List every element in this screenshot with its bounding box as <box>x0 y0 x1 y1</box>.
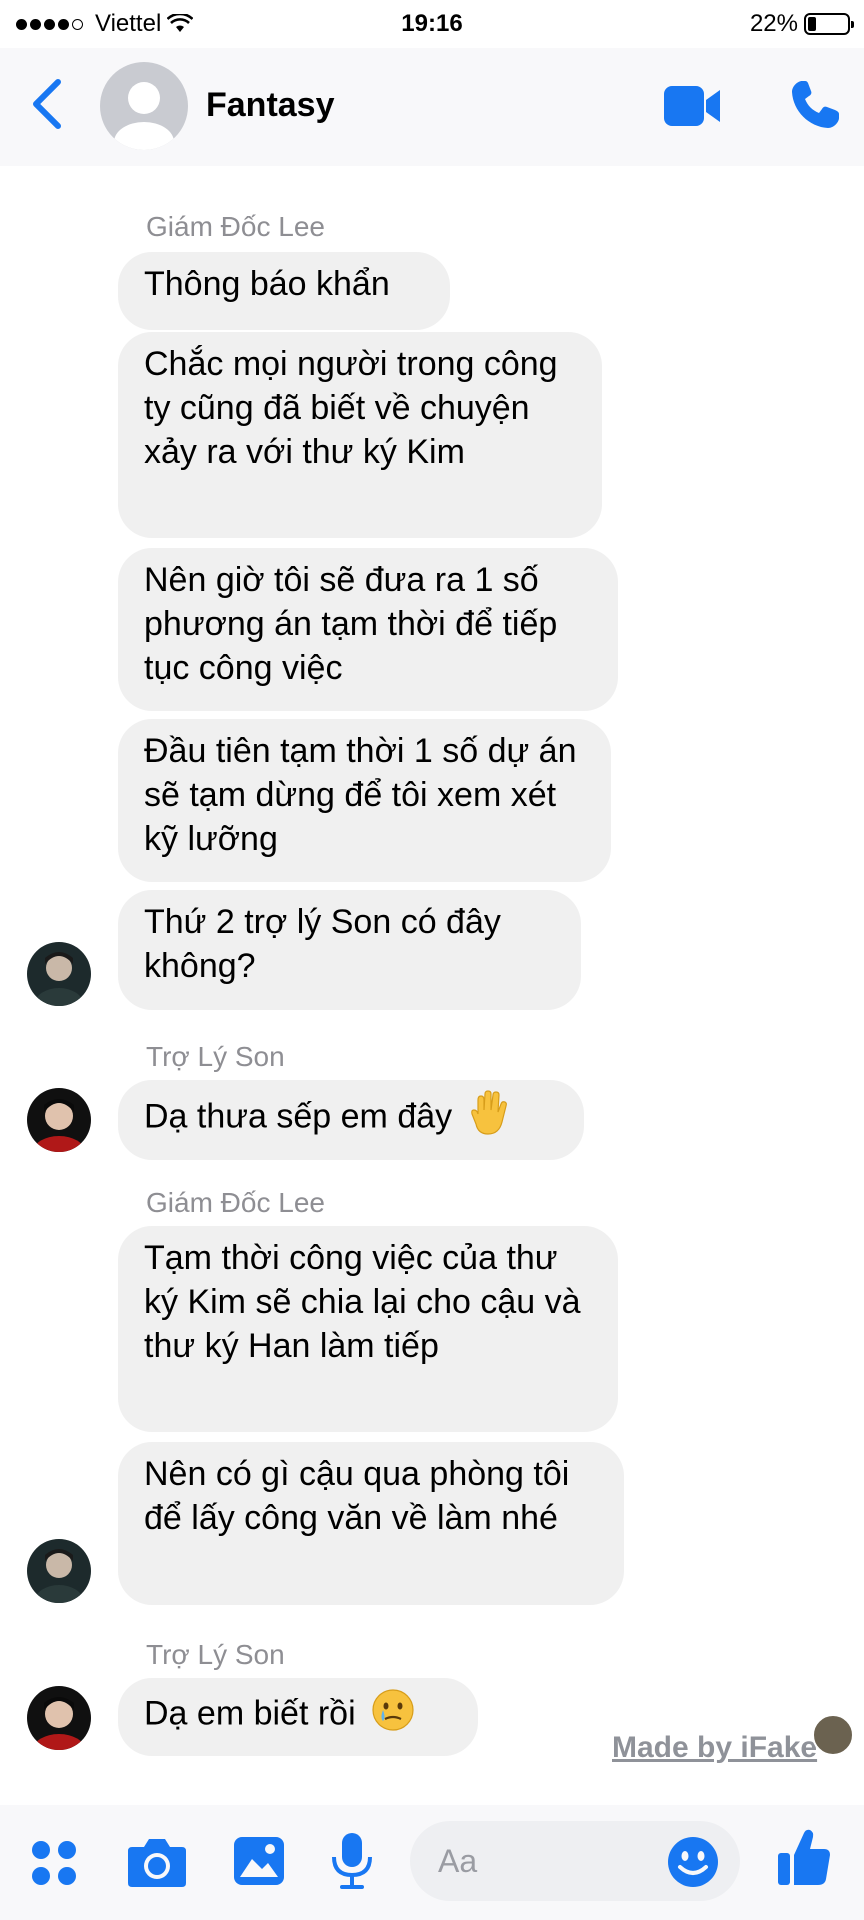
contact-name[interactable]: Fantasy <box>206 86 335 125</box>
message-bubble[interactable]: Thứ 2 trợ lý Son có đây không? <box>118 890 581 1010</box>
watermark: Made by iFake <box>612 1731 818 1764</box>
sender-avatar[interactable] <box>27 1539 91 1603</box>
default-user-icon <box>114 82 174 150</box>
message-bubble[interactable]: Dạ em biết rồi <box>118 1678 478 1756</box>
message-bubble[interactable]: Thông báo khẩn <box>118 252 450 330</box>
message-bubble[interactable]: Nên có gì cậu qua phòng tôi để lấy công … <box>118 1442 624 1605</box>
sender-name: Trợ Lý Son <box>146 1639 285 1670</box>
message-bubble[interactable]: Nên giờ tôi sẽ đưa ra 1 số phương án tạm… <box>118 548 618 711</box>
conversation-header: Fantasy <box>0 48 864 166</box>
apps-icon[interactable] <box>30 1839 78 1887</box>
back-chevron-icon[interactable] <box>28 76 68 132</box>
clock: 19:16 <box>401 10 463 37</box>
battery-status: 22% <box>749 10 854 38</box>
message-bubble[interactable]: Tạm thời công việc của thư ký Kim sẽ chi… <box>118 1226 618 1432</box>
like-icon[interactable] <box>776 1827 832 1889</box>
watermark-avatar <box>812 1714 854 1756</box>
message-input[interactable] <box>436 1839 660 1883</box>
sender-avatar[interactable] <box>27 1088 91 1152</box>
crying-face-emoji-icon <box>371 1688 415 1743</box>
sender-name: Trợ Lý Son <box>146 1041 285 1072</box>
microphone-icon[interactable] <box>330 1831 374 1891</box>
message-bubble[interactable]: Đầu tiên tạm thời 1 số dự án sẽ tạm dừng… <box>118 719 611 882</box>
gallery-icon[interactable] <box>232 1835 286 1887</box>
raised-hand-emoji-icon <box>468 1090 510 1147</box>
message-bubble[interactable]: Chắc mọi người trong công ty cũng đã biế… <box>118 332 602 538</box>
sender-avatar[interactable] <box>27 942 91 1006</box>
message-bubble[interactable]: Dạ thưa sếp em đây <box>118 1080 584 1160</box>
camera-icon[interactable] <box>126 1835 188 1889</box>
message-input-box[interactable] <box>410 1821 740 1901</box>
sender-name: Giám Đốc Lee <box>146 1187 325 1218</box>
status-bar: Viettel 19:16 22% <box>0 0 864 48</box>
phone-icon[interactable] <box>788 78 842 132</box>
message-text: Dạ em biết rồi <box>144 1694 356 1733</box>
contact-avatar[interactable] <box>100 62 188 150</box>
message-text: Dạ thưa sếp em đây <box>144 1097 453 1136</box>
emoji-icon[interactable] <box>666 1835 720 1889</box>
composer-toolbar <box>0 1805 864 1920</box>
battery-icon <box>804 13 854 35</box>
battery-percent: 22% <box>749 10 798 37</box>
sender-avatar[interactable] <box>27 1686 91 1750</box>
sender-name: Giám Đốc Lee <box>146 211 325 242</box>
video-call-icon[interactable] <box>662 84 722 128</box>
